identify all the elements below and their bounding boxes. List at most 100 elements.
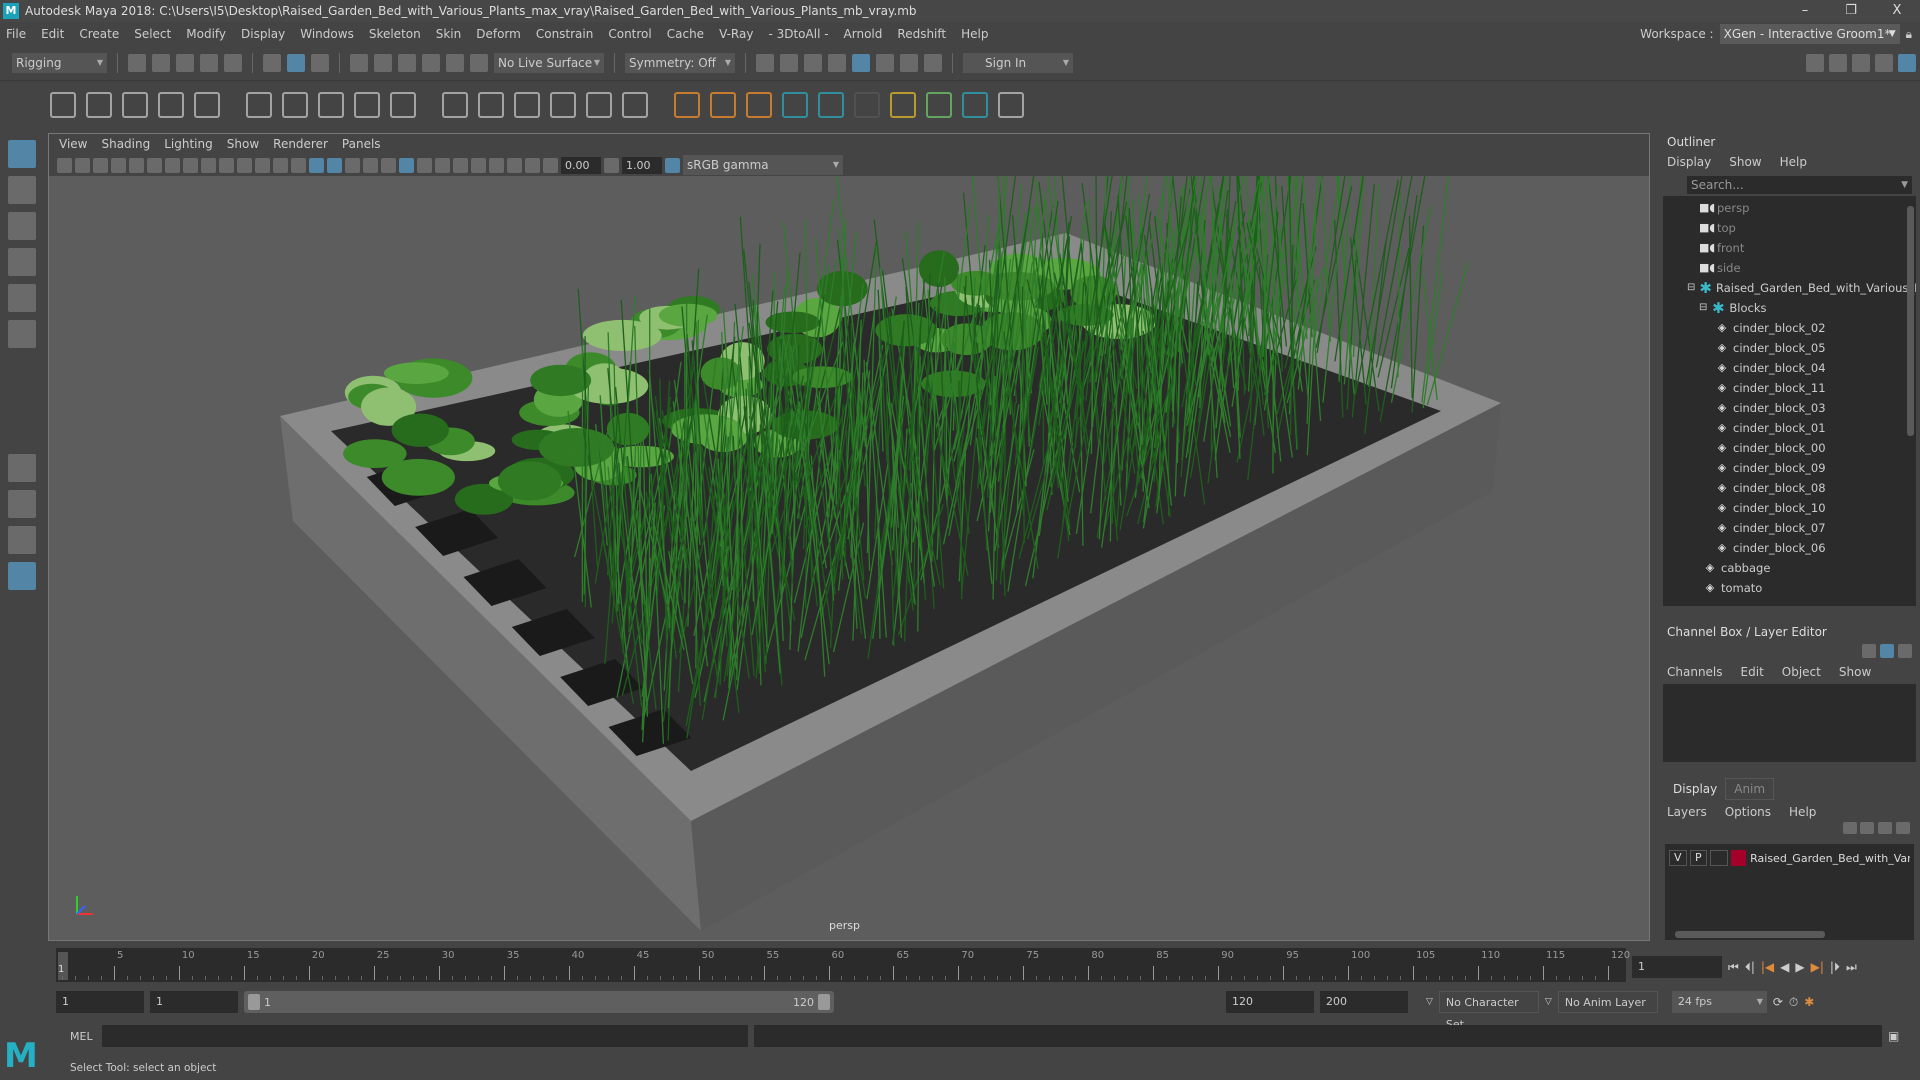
wireframe-icon[interactable] <box>291 157 306 173</box>
single-perspective-layout-icon[interactable] <box>8 454 36 482</box>
image-plane-icon[interactable] <box>111 157 126 173</box>
live-surface-dropdown[interactable]: No Live Surface <box>494 53 604 73</box>
outliner-menu-show[interactable]: Show <box>1729 155 1761 169</box>
layer-row[interactable]: V P Raised_Garden_Bed_with_Vari <box>1669 850 1910 866</box>
bend-shelf-icon[interactable] <box>622 91 648 118</box>
render-view-icon[interactable] <box>756 54 774 72</box>
default-material-icon[interactable] <box>327 157 342 173</box>
hyperbolic-icon[interactable] <box>1898 644 1912 658</box>
character-set-arrow-icon[interactable]: ▽ <box>1426 997 1433 1007</box>
outliner-item[interactable]: ◈ cinder_block_02 <box>1663 318 1916 338</box>
script-editor-icon[interactable]: ▣ <box>1888 1029 1899 1043</box>
select-component-icon[interactable] <box>311 54 329 72</box>
character-controls-icon[interactable] <box>1829 54 1847 72</box>
snap-grid-icon[interactable] <box>350 54 368 72</box>
exposure-icon[interactable] <box>543 157 558 173</box>
film-gate-icon[interactable] <box>183 157 198 173</box>
snap-curve-icon[interactable] <box>374 54 392 72</box>
motion-blur-icon[interactable] <box>417 157 432 173</box>
camera-select-icon[interactable] <box>57 157 72 173</box>
grid-icon[interactable] <box>165 157 180 173</box>
outliner-item[interactable]: ◈ cinder_block_01 <box>1663 418 1916 438</box>
four-view-layout-icon[interactable] <box>8 490 36 518</box>
exposure-field[interactable]: 0.00 <box>561 156 601 174</box>
select-hierarchy-icon[interactable] <box>263 54 281 72</box>
resolution-gate-icon[interactable] <box>201 157 216 173</box>
viewport-menu-renderer[interactable]: Renderer <box>273 137 328 151</box>
menu-constrain[interactable]: Constrain <box>536 27 594 41</box>
2d-pan-zoom-icon[interactable] <box>129 157 144 173</box>
menu-file[interactable]: File <box>6 27 26 41</box>
menu-select[interactable]: Select <box>134 27 171 41</box>
modeling-toolkit-icon[interactable] <box>1806 54 1824 72</box>
lasso-tool-icon[interactable] <box>8 176 36 204</box>
layer-playback-toggle[interactable]: P <box>1689 850 1708 866</box>
outliner-menu-display[interactable]: Display <box>1667 155 1711 169</box>
field-chart-icon[interactable] <box>237 157 252 173</box>
move-layer-up-icon[interactable] <box>1842 822 1857 834</box>
outliner-menu-help[interactable]: Help <box>1780 155 1807 169</box>
hypershade-icon[interactable] <box>852 54 870 72</box>
fps-dropdown[interactable]: 24 fps <box>1671 991 1767 1013</box>
isolate-select-icon[interactable] <box>471 157 486 173</box>
paint-skin-shelf-icon[interactable] <box>926 91 952 118</box>
manipulator-icon[interactable] <box>1862 644 1877 658</box>
menu-cache[interactable]: Cache <box>667 27 704 41</box>
smooth-shade-icon[interactable] <box>309 157 324 173</box>
step-forward-frame-button[interactable]: ▶| <box>1811 960 1824 974</box>
new-scene-icon[interactable] <box>128 54 146 72</box>
current-time-indicator[interactable]: 1 <box>58 952 68 980</box>
move-layer-down-icon[interactable] <box>1860 822 1875 834</box>
tool-settings-icon[interactable] <box>1875 54 1893 72</box>
menu-redshift[interactable]: Redshift <box>897 27 946 41</box>
range-start-handle[interactable] <box>248 994 260 1010</box>
auto-key-icon[interactable]: ⏱ <box>1789 995 1798 1010</box>
attribute-editor-icon[interactable] <box>1852 54 1870 72</box>
blend-shape-shelf-icon[interactable] <box>318 91 344 118</box>
xray-joints-icon[interactable] <box>507 157 522 173</box>
color-space-dropdown[interactable]: sRGB gamma <box>683 155 843 175</box>
viewport-menu-shading[interactable]: Shading <box>101 137 150 151</box>
sign-in-button[interactable]: Sign In <box>963 53 1073 73</box>
character-set-dropdown[interactable]: No Character Set <box>1438 991 1539 1031</box>
outliner-search-input[interactable]: Search... <box>1687 176 1912 194</box>
menu-skeleton[interactable]: Skeleton <box>369 27 421 41</box>
current-frame-field[interactable]: 1 <box>1632 956 1722 978</box>
3d-scene-view[interactable] <box>49 176 1649 940</box>
command-language-label[interactable]: MEL <box>56 1030 93 1043</box>
animation-start-field[interactable]: 1 <box>56 991 144 1013</box>
color-management-toggle-icon[interactable] <box>665 157 680 173</box>
collapse-toggle-icon[interactable]: ⊟ <box>1699 298 1707 318</box>
lock-icon[interactable]: 🔒︎ <box>1906 27 1912 42</box>
close-button[interactable]: X <box>1874 0 1920 22</box>
ipr-render-icon[interactable] <box>804 54 822 72</box>
soft-mod-shelf-icon[interactable] <box>514 91 540 118</box>
rig-tool-shelf-icon[interactable] <box>962 91 988 118</box>
speed-icon[interactable] <box>1880 644 1895 658</box>
layer-display-type-toggle[interactable] <box>1710 850 1728 866</box>
outliner-item[interactable]: ■◖ side <box>1663 258 1916 278</box>
gate-mask-icon[interactable] <box>219 157 234 173</box>
bind-skin-shelf-icon[interactable] <box>158 91 184 118</box>
menu-vray[interactable]: V-Ray <box>719 27 753 41</box>
depth-of-field-icon[interactable] <box>453 157 468 173</box>
outliner-item[interactable]: ■◖ front <box>1663 238 1916 258</box>
collapse-toggle-icon[interactable]: ⊟ <box>1687 278 1695 298</box>
menu-edit[interactable]: Edit <box>41 27 64 41</box>
redo-icon[interactable] <box>224 54 242 72</box>
anim-layer-dropdown[interactable]: No Anim Layer <box>1557 991 1658 1013</box>
outliner-item[interactable]: ◈ cinder_block_10 <box>1663 498 1916 518</box>
channel-box-menu-edit[interactable]: Edit <box>1741 665 1764 679</box>
menu-skin[interactable]: Skin <box>436 27 462 41</box>
playback-end-field[interactable]: 120 <box>1226 991 1314 1013</box>
light-editor-icon[interactable] <box>900 54 918 72</box>
animation-end-field[interactable]: 200 <box>1320 991 1408 1013</box>
step-back-frame-button[interactable]: |◀ <box>1761 960 1774 974</box>
anti-aliasing-icon[interactable] <box>435 157 450 173</box>
anim-layer-arrow-icon[interactable]: ▽ <box>1545 997 1552 1007</box>
outliner-item[interactable]: ■◖ top <box>1663 218 1916 238</box>
menu-deform[interactable]: Deform <box>476 27 521 41</box>
shadows-icon[interactable] <box>381 157 396 173</box>
command-input[interactable] <box>102 1025 748 1047</box>
safe-action-icon[interactable] <box>255 157 270 173</box>
